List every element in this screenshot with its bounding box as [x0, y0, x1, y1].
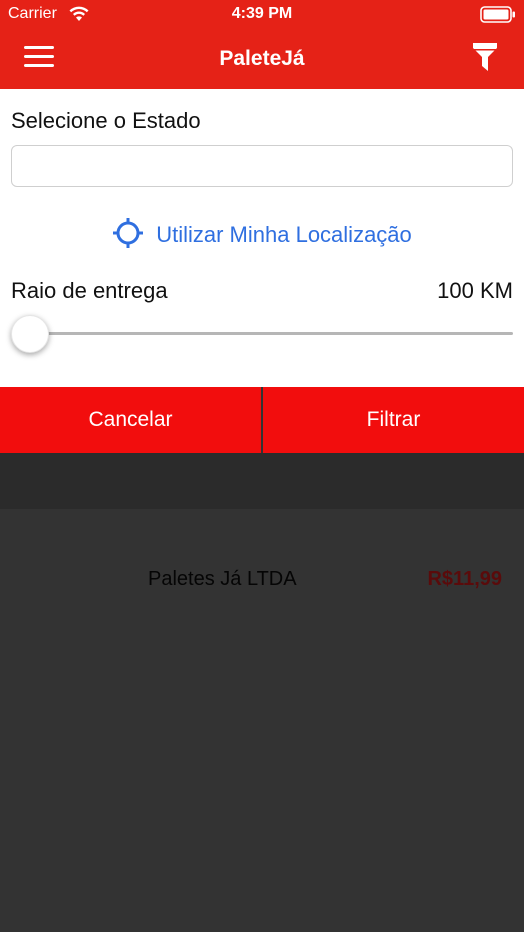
radius-slider-thumb[interactable]	[11, 315, 49, 353]
radius-value: 100 KM	[437, 278, 513, 303]
supplier-name: Paletes Já LTDA	[148, 568, 297, 590]
use-location-label: Utilizar Minha Localização	[156, 221, 412, 247]
supplier-price: R$11,99	[427, 568, 502, 590]
overlay-strip	[0, 453, 524, 509]
radius-label: Raio de entrega	[11, 278, 168, 303]
status-bar: Carrier 4:39 PM	[0, 0, 524, 28]
state-label: Selecione o Estado	[11, 108, 201, 133]
battery-icon	[480, 6, 515, 23]
filter-panel: Selecione o Estado Utilizar Minha Locali…	[0, 89, 524, 387]
cancel-button[interactable]: Cancelar	[0, 387, 261, 453]
crosshair-icon	[113, 218, 144, 248]
nav-bar: PaleteJá	[0, 28, 524, 89]
funnel-icon[interactable]	[472, 42, 498, 72]
status-time: 4:39 PM	[231, 5, 293, 22]
filter-button[interactable]: Filtrar	[263, 387, 524, 453]
state-input[interactable]	[11, 145, 513, 187]
use-location-button[interactable]: Utilizar Minha Localização	[0, 218, 524, 252]
list-item[interactable]: Paletes Já LTDA R$11,99	[0, 545, 524, 613]
radius-slider-track[interactable]	[30, 332, 513, 335]
app-title: PaleteJá	[219, 47, 305, 70]
action-buttons: Cancelar Filtrar	[0, 387, 524, 453]
